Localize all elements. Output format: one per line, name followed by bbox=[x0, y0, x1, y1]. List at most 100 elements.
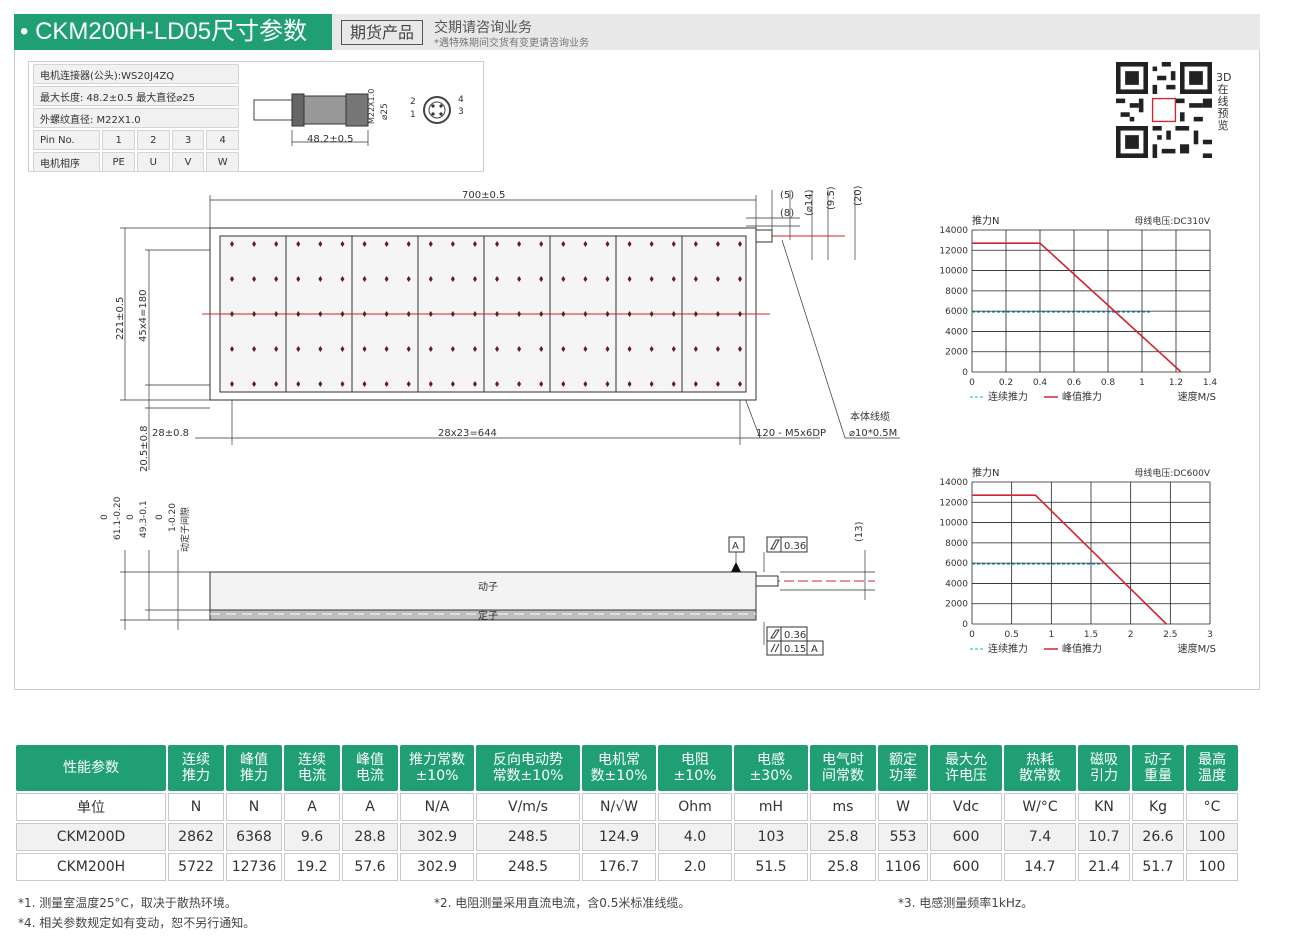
x-tick-label: 1.4 bbox=[1203, 378, 1218, 388]
dim-61-1-top: 0 bbox=[100, 514, 110, 520]
spec-row: 单位 N N A A N/A V/m/s N/√W Ohm mH ms W Vdc W/°C KN Kg °C bbox=[16, 793, 1238, 821]
dim-height: 221±0.5 bbox=[115, 297, 126, 340]
spec-cell: 2.0 bbox=[658, 853, 732, 881]
dim-20: (20) bbox=[853, 185, 864, 206]
y-tick-label: 12000 bbox=[939, 498, 968, 508]
connector-thread: 外螺纹直径: M22X1.0 bbox=[33, 108, 239, 128]
spec-header-cell: 性能参数 bbox=[16, 745, 166, 791]
spec-cell: 21.4 bbox=[1078, 853, 1130, 881]
connector-length-dim: 48.2±0.5 bbox=[307, 134, 354, 145]
x-tick-label: 3 bbox=[1207, 630, 1213, 640]
x-tick-label: 1 bbox=[1048, 630, 1054, 640]
spec-cell: 51.7 bbox=[1132, 853, 1184, 881]
footnote-3: *3. 电感测量频率1kHz。 bbox=[898, 896, 1034, 910]
spec-cell: 2862 bbox=[168, 823, 224, 851]
spec-cell: Vdc bbox=[930, 793, 1002, 821]
x-tick-label: 2.5 bbox=[1163, 630, 1177, 640]
spec-row: CKM200D 2862 6368 9.6 28.8 302.9 248.5 124.9 4.0… bbox=[16, 823, 1238, 851]
force-speed-chart-310v: 0 2000 4000 6000 8000 10000 12000 14000 0 0.2 0.4 0… bbox=[939, 214, 1218, 403]
spec-cell: 4.0 bbox=[658, 823, 732, 851]
y-tick-label: 8000 bbox=[945, 539, 968, 549]
phase-cell: V bbox=[171, 152, 205, 172]
dim-13: (13) bbox=[854, 521, 865, 542]
spec-cell: 26.6 bbox=[1132, 823, 1184, 851]
y-tick-label: 6000 bbox=[945, 559, 968, 569]
spec-cell: Kg bbox=[1132, 793, 1184, 821]
pin-cell: 1 bbox=[102, 130, 136, 150]
phase-cell: PE bbox=[102, 152, 136, 172]
series-line bbox=[972, 242, 1182, 373]
spec-cell: W/°C bbox=[1004, 793, 1076, 821]
qr-code[interactable] bbox=[1116, 62, 1212, 158]
spec-cell: 5722 bbox=[168, 853, 224, 881]
parallelism-datum: A bbox=[811, 644, 818, 655]
spec-cell: KN bbox=[1078, 793, 1130, 821]
spec-cell: ms bbox=[810, 793, 876, 821]
bus-voltage-label: 母线电压:DC310V bbox=[1134, 215, 1210, 227]
spec-header-cell: 额定 功率 bbox=[878, 745, 928, 791]
x-tick-label: 0.5 bbox=[1005, 630, 1019, 640]
stator-label: 定子 bbox=[478, 609, 498, 622]
dim-gap: 1-0.20 bbox=[168, 503, 178, 532]
phase-label: 电机相序 bbox=[33, 152, 101, 172]
x-tick-label: 0.2 bbox=[999, 378, 1013, 388]
qr-label: 3D在线预览 bbox=[1216, 71, 1232, 132]
pin-mark: 2 bbox=[410, 97, 416, 107]
x-tick-label: 0.6 bbox=[1067, 378, 1082, 388]
spec-header-cell: 电气时 间常数 bbox=[810, 745, 876, 791]
lead-time-subnote: *遇特殊期间交货有变更请咨询业务 bbox=[434, 38, 589, 49]
side-view-drawing: A 0.36 0.36 0.15 A 动子 定子 0 61.1-0.20 0 4… bbox=[100, 496, 875, 656]
spec-header-cell: 热耗 散常数 bbox=[1004, 745, 1076, 791]
x-tick-label: 0 bbox=[969, 630, 975, 640]
spec-header-cell: 反向电动势 常数±10% bbox=[476, 745, 580, 791]
spec-cell: N bbox=[168, 793, 224, 821]
dim-9-5: (9.5) bbox=[826, 186, 837, 210]
dim-8: (8) bbox=[780, 208, 794, 219]
spec-cell: N bbox=[226, 793, 282, 821]
spec-cell: W bbox=[878, 793, 928, 821]
pin-mark: 1 bbox=[410, 110, 416, 120]
spec-cell: 176.7 bbox=[582, 853, 656, 881]
spec-cell: 248.5 bbox=[476, 853, 580, 881]
y-tick-label: 10000 bbox=[939, 267, 968, 277]
dim-total-length: 700±0.5 bbox=[462, 190, 505, 201]
dim-28: 28±0.8 bbox=[152, 428, 189, 439]
spec-header-cell: 动子 重量 bbox=[1132, 745, 1184, 791]
futures-badge: 期货产品 bbox=[341, 20, 424, 45]
pin-mark: 3 bbox=[458, 107, 464, 117]
x-tick-label: 1.2 bbox=[1169, 378, 1183, 388]
y-tick-label: 4000 bbox=[945, 327, 968, 337]
spec-cell: CKM200H bbox=[16, 853, 166, 881]
y-axis-label: 推力N bbox=[972, 214, 999, 227]
dim-20-5: 20.5±0.8 bbox=[139, 425, 150, 472]
legend-label: 连续推力 bbox=[988, 642, 1028, 655]
force-speed-chart-600v: 0 2000 4000 6000 8000 10000 12000 14000 0 0.5 1 1.5… bbox=[939, 466, 1216, 655]
pin-cell: 4 bbox=[206, 130, 239, 150]
connector-model: 电机连接器(公头):WS20J4ZQ bbox=[33, 64, 239, 84]
dim-49-3-top: 0 bbox=[126, 514, 136, 520]
spec-cell: 1106 bbox=[878, 853, 928, 881]
x-tick-label: 1.5 bbox=[1084, 630, 1098, 640]
spec-cell: A bbox=[284, 793, 340, 821]
pin-cell: 3 bbox=[171, 130, 205, 150]
spec-cell: 25.8 bbox=[810, 853, 876, 881]
pin-label: Pin No. bbox=[33, 130, 101, 150]
spec-cell: 600 bbox=[930, 823, 1002, 851]
footnote-1: *1. 测量室温度25°C，取决于散热环境。 bbox=[18, 896, 237, 910]
spec-header-cell: 推力常数 ±10% bbox=[400, 745, 474, 791]
spec-cell: 600 bbox=[930, 853, 1002, 881]
connector-dia-dim: ⌀25 bbox=[380, 103, 390, 120]
spec-header-cell: 连续 电流 bbox=[284, 745, 340, 791]
spec-cell: N/√W bbox=[582, 793, 656, 821]
y-tick-label: 0 bbox=[962, 620, 968, 630]
series-line bbox=[972, 494, 1167, 625]
flatness-bottom: 0.36 bbox=[784, 630, 806, 641]
legend-label: 峰值推力 bbox=[1062, 642, 1102, 655]
y-tick-label: 4000 bbox=[945, 579, 968, 589]
spec-header-cell: 峰值 电流 bbox=[342, 745, 398, 791]
spec-cell: 57.6 bbox=[342, 853, 398, 881]
spec-cell: 28.8 bbox=[342, 823, 398, 851]
y-tick-label: 10000 bbox=[939, 519, 968, 529]
y-tick-label: 12000 bbox=[939, 246, 968, 256]
spec-header-cell: 电阻 ±10% bbox=[658, 745, 732, 791]
